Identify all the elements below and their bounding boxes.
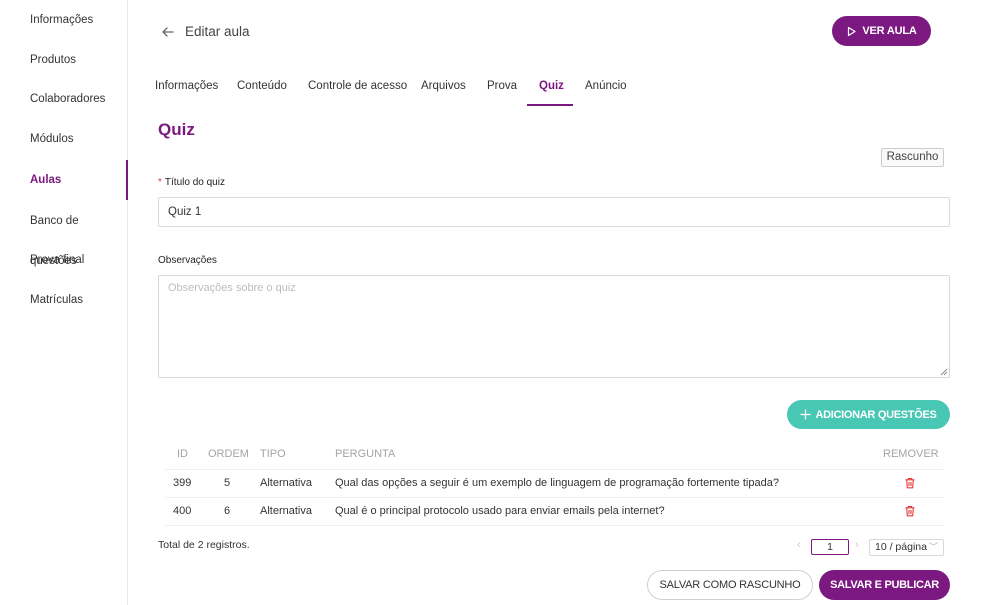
trash-icon[interactable] [904,477,916,489]
sidebar-item-prova-final[interactable]: Prova final [0,240,128,280]
tab-arquivos[interactable]: Arquivos [421,78,466,94]
row-question: Qual é o principal protocolo usado para … [335,505,665,517]
row-type: Alternativa [260,477,312,489]
sidebar-item-matriculas[interactable]: Matrículas [0,280,128,320]
sidebar-item-banco-de-questoes[interactable]: Banco de questões [0,201,128,267]
sidebar-item-modulos[interactable]: Módulos [0,119,128,159]
section-title: Quiz [158,120,195,139]
total-prefix: Total de [158,539,198,551]
row-order: 6 [224,505,231,517]
tab-anuncio[interactable]: Anúncio [585,78,627,94]
row-id: 399 [173,477,192,489]
row-question: Qual das opções a seguir é um exemplo de… [335,477,779,489]
view-lesson-button[interactable]: VER AULA [832,16,931,46]
add-questions-label: ADICIONAR QUESTÕES [815,408,937,421]
trash-icon[interactable] [904,505,916,517]
sidebar: Informações Produtos Colaboradores Módul… [0,0,128,605]
save-draft-button[interactable]: SALVAR COMO RASCUNHO [647,570,813,600]
resize-grip-icon[interactable] [940,368,948,376]
sidebar-item-aulas[interactable]: Aulas [18,160,128,200]
column-header-pergunta: PERGUNTA [335,448,396,460]
page-size-select[interactable]: 10 / página ﹀ [869,539,944,556]
table-divider [165,497,944,498]
add-questions-button[interactable]: ADICIONAR QUESTÕES [787,400,950,429]
column-header-id: ID [177,448,188,460]
quiz-title-label-text: Título do quiz [164,177,225,188]
tab-conteudo[interactable]: Conteúdo [237,78,287,94]
current-page-input[interactable]: 1 [811,539,849,555]
row-type: Alternativa [260,505,312,517]
quiz-title-input[interactable]: Quiz 1 [158,197,950,227]
column-header-tipo: TIPO [260,448,286,460]
sidebar-item-produtos[interactable]: Produtos [0,40,128,80]
notes-placeholder: Observações sobre o quiz [168,282,296,294]
tab-controle-de-acesso[interactable]: Controle de acesso [308,78,407,94]
chevron-down-icon: ﹀ [928,542,938,552]
row-id: 400 [173,505,192,517]
next-page-icon[interactable]: › [855,539,859,551]
prev-page-icon[interactable]: ‹ [797,539,801,551]
total-suffix: registros. [203,539,250,551]
play-icon [848,26,856,36]
sidebar-item-informacoes[interactable]: Informações [0,0,128,40]
table-divider [165,469,944,470]
tab-quiz[interactable]: Quiz [539,78,564,94]
table-divider [165,525,944,526]
save-publish-button[interactable]: SALVAR E PUBLICAR [819,570,950,600]
status-badge: Rascunho [881,148,944,167]
column-header-ordem: ORDEM [208,448,249,460]
quiz-title-label: * Título do quiz [158,177,225,189]
active-tab-indicator [527,104,573,106]
page-title: Editar aula [185,24,250,39]
page-size-value: 10 / página [875,541,927,553]
total-records: Total de 2 registros. [158,539,250,551]
tab-prova[interactable]: Prova [487,78,517,94]
row-order: 5 [224,477,231,489]
back-arrow-icon[interactable] [160,24,176,40]
view-lesson-label: VER AULA [862,25,917,37]
plus-icon [800,409,812,420]
notes-label: Observações [158,255,217,266]
sidebar-item-colaboradores[interactable]: Colaboradores [0,79,128,119]
column-header-remover: REMOVER [883,448,939,460]
tab-informacoes[interactable]: Informações [155,78,218,94]
notes-textarea[interactable]: Observações sobre o quiz [158,275,950,378]
required-asterisk: * [158,177,162,188]
